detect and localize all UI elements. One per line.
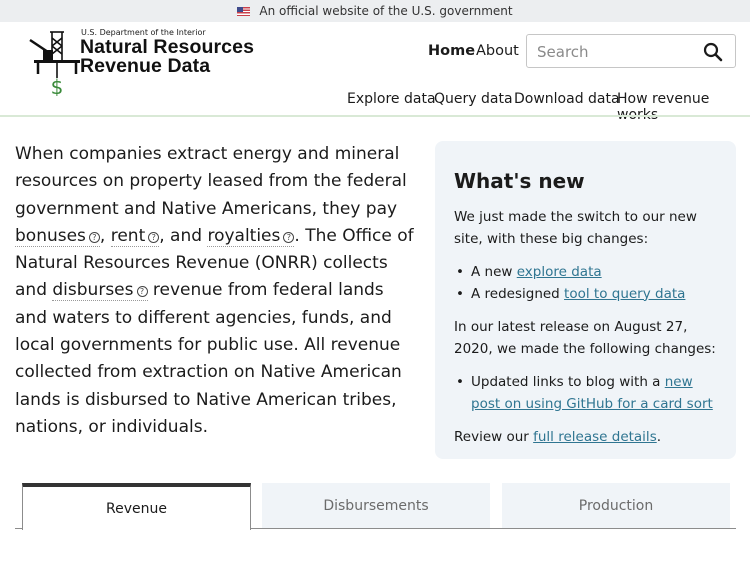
tab-production[interactable]: Production <box>502 483 730 528</box>
intro-paragraph: When companies extract energy and minera… <box>15 141 420 441</box>
search-input[interactable]: Search <box>526 34 736 68</box>
site-title[interactable]: Natural Resources Revenue Data <box>80 37 254 77</box>
release-details-link[interactable]: full release details <box>533 429 657 445</box>
search-placeholder: Search <box>537 43 589 61</box>
list-item: A redesigned tool to query data <box>454 284 718 306</box>
nav-query-data[interactable]: Query data <box>434 91 513 107</box>
term-bonuses[interactable]: bonuses? <box>15 225 100 247</box>
search-icon[interactable] <box>703 42 723 62</box>
help-icon[interactable]: ? <box>148 231 160 243</box>
tab-disbursements[interactable]: Disbursements <box>262 483 490 528</box>
whats-new-title: What's new <box>454 169 585 193</box>
query-data-link[interactable]: tool to query data <box>564 286 685 302</box>
nav-how-revenue-works[interactable]: How revenue works <box>617 91 750 123</box>
list-item: Updated links to blog with a new post on… <box>454 372 718 415</box>
release-list: Updated links to blog with a new post on… <box>454 372 718 415</box>
review-prefix: Review our <box>454 429 534 445</box>
intro-text: , and <box>159 225 208 246</box>
data-tabs: Revenue Disbursements Production <box>15 483 736 530</box>
header-divider <box>0 115 750 117</box>
help-icon[interactable]: ? <box>136 286 148 298</box>
term-royalties[interactable]: royalties? <box>207 225 295 247</box>
review-suffix: . <box>656 429 662 445</box>
list-item-text: Updated links to blog with a <box>471 374 665 390</box>
term-disburses-label: disburses <box>52 280 134 301</box>
list-item-text: A redesigned <box>471 285 565 302</box>
term-rent[interactable]: rent? <box>110 225 160 247</box>
site-title-line2: Revenue Data <box>80 55 211 77</box>
explore-data-link[interactable]: explore data <box>517 264 602 280</box>
term-royalties-label: royalties <box>207 225 281 246</box>
intro-text: revenue from federal lands and waters to… <box>15 280 402 437</box>
us-flag-icon <box>237 6 251 16</box>
intro-text: When companies extract energy and minera… <box>15 144 407 219</box>
tab-revenue[interactable]: Revenue <box>22 483 251 530</box>
whats-new-panel: What's new We just made the switch to ou… <box>435 141 736 459</box>
list-item: A new explore data <box>454 262 718 284</box>
nav-explore-data[interactable]: Explore data <box>347 91 436 107</box>
oil-rig-dollar-icon[interactable]: $ <box>28 28 88 96</box>
list-item-text: A new <box>471 264 517 280</box>
help-icon[interactable]: ? <box>88 231 100 243</box>
term-bonuses-label: bonuses <box>15 225 86 246</box>
nav-download-data[interactable]: Download data <box>514 91 620 107</box>
intro-text: , <box>99 225 111 246</box>
gov-banner-text: An official website of the U.S. governme… <box>259 4 513 18</box>
gov-banner: An official website of the U.S. governme… <box>0 0 750 22</box>
changes-list: A new explore data A redesigned tool to … <box>454 262 718 305</box>
release-text: In our latest release on August 27, 2020… <box>454 319 716 357</box>
term-rent-label: rent <box>110 225 146 246</box>
term-disburses[interactable]: disburses? <box>52 280 148 302</box>
help-icon[interactable]: ? <box>283 231 295 243</box>
review-text: Review our full release details. <box>454 427 718 449</box>
whats-new-intro: We just made the switch to our new site,… <box>454 209 697 247</box>
svg-text:$: $ <box>51 75 64 96</box>
nav-home[interactable]: Home <box>428 43 475 59</box>
nav-about[interactable]: About <box>476 43 519 59</box>
